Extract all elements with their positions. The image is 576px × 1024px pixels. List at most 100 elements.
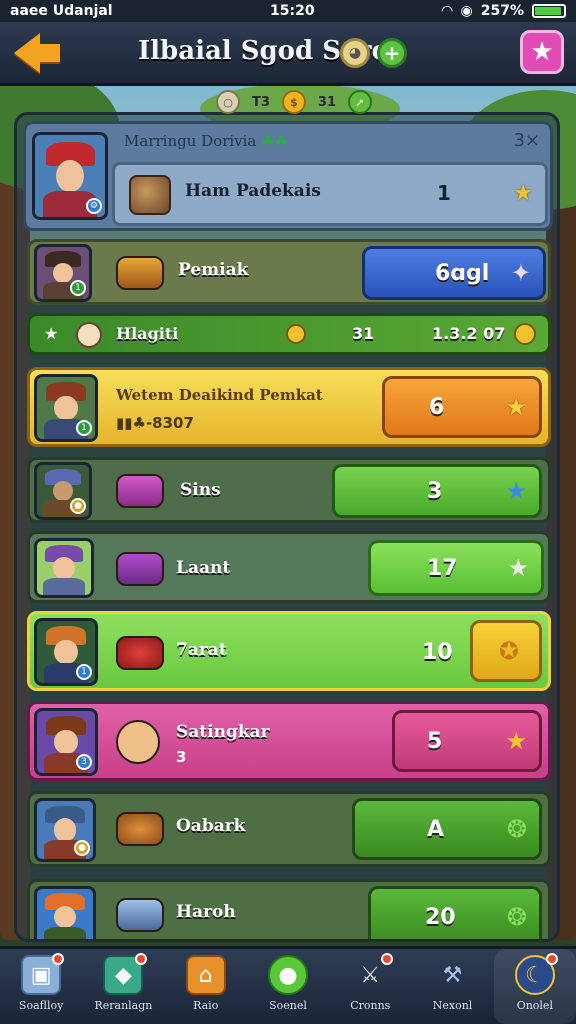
notification-dot — [545, 953, 558, 965]
star-icon: ★ — [505, 727, 527, 755]
hero-portrait — [34, 538, 94, 598]
leaf-icon: ❂ — [506, 903, 527, 931]
level-badge: ⚙ — [86, 198, 102, 214]
currency-label-2: 31 — [317, 94, 337, 110]
potion-icon — [116, 474, 164, 508]
back-arrow-icon — [14, 33, 40, 73]
row-name: Wetem Deaikind Pemkat — [116, 386, 323, 404]
currency-bar: ○ T3 $ 31 ➚ — [216, 90, 373, 114]
row-name: Oabark — [176, 816, 246, 836]
notification-dot — [52, 953, 65, 965]
sparkle-icon: ✦ — [510, 259, 531, 287]
favorites-star-button[interactable]: ★ — [520, 30, 564, 74]
hero-portrait: ⚙ — [32, 132, 108, 220]
featured-item[interactable]: Ham Padekais 1 ★ — [112, 162, 548, 226]
nav-item-crafting[interactable]: ⚒ Nexonl — [411, 949, 493, 1024]
nav-item-scene[interactable]: ● Soenel — [247, 949, 329, 1024]
hero-portrait: ● — [34, 798, 96, 862]
top-header: Ilbaial Sgod Sare ◕ + ★ — [0, 22, 576, 86]
add-currency-button[interactable]: + — [377, 38, 407, 68]
leaf-icon: ❂ — [506, 815, 527, 843]
list-item[interactable]: 3 Satingkar 3 5 ★ — [27, 701, 551, 781]
green-orb-icon: ● — [267, 955, 308, 995]
battery-icon — [532, 4, 566, 18]
row-value-secondary: 1.3.2 07 — [432, 324, 506, 343]
coin-gold-icon: $ — [281, 90, 306, 114]
list-item[interactable]: Laant 17 ★ — [27, 531, 551, 603]
list-item[interactable]: ● Oabark A ❂ — [27, 791, 551, 867]
row-value: 10 — [422, 640, 453, 665]
status-bar: aaee Udanjal 15:20 ◠ ◉ 257% — [0, 0, 576, 22]
back-button[interactable] — [10, 30, 64, 76]
hero-portrait: 1 — [34, 374, 98, 442]
star-icon: ★ — [507, 554, 529, 582]
elf-icon — [116, 720, 160, 764]
close-button[interactable]: 3× — [513, 130, 540, 151]
paper-plane-icon — [116, 898, 164, 932]
map-pin-icon: ✪ — [498, 637, 519, 665]
row-name: Laant — [176, 558, 231, 578]
wifi-icon: ◠ — [441, 3, 453, 19]
buy-button[interactable]: 20 ❂ — [368, 886, 542, 939]
bread-icon — [116, 256, 164, 290]
nav-item-recruit[interactable]: ◆ Reranlagn — [82, 949, 164, 1024]
shop-panel: ⚙ Marringu Dorivia ♣♣ 3× Ham Padekais 1 … — [14, 112, 560, 942]
star-outline-icon: ★ — [44, 324, 59, 343]
duck-coin-icon: ◕ — [340, 38, 370, 68]
row-name: Sins — [180, 480, 221, 500]
clock: 15:20 — [270, 3, 315, 19]
list-item[interactable]: ★ Hlagiti 31 1.3.2 07 — [27, 313, 551, 355]
buy-button[interactable]: 5 ★ — [392, 710, 542, 772]
hero-portrait: 1 — [34, 244, 92, 302]
cookies-icon — [116, 812, 164, 846]
buy-button[interactable]: 6 ★ — [382, 376, 542, 438]
bottom-navigation: ▣ Soaflloy ◆ Reranlagn ⌂ Raio ● Soenel ⚔… — [0, 946, 576, 1024]
notification-dot — [381, 953, 394, 965]
gem-bag-icon — [116, 552, 164, 586]
buy-button[interactable]: A ❂ — [352, 798, 542, 860]
list-item[interactable]: 1 7arat 10 ✪ — [27, 611, 551, 691]
currency-label-1: T3 — [252, 94, 270, 110]
row-value: 31 — [352, 324, 375, 343]
buy-button[interactable]: 17 ★ — [368, 540, 544, 596]
gem-icon[interactable]: ➚ — [348, 90, 373, 114]
barrel-icon — [129, 175, 171, 215]
notification-dot — [134, 953, 147, 965]
row-name: Hlagiti — [116, 324, 179, 343]
hero-portrait: 1 — [34, 618, 98, 686]
avatar-icon — [76, 322, 102, 348]
row-subtext: 3 — [176, 748, 187, 766]
row-name: 7arat — [176, 640, 227, 660]
row-name: Satingkar — [176, 722, 270, 742]
coin-gray-icon: ○ — [216, 90, 240, 114]
hero-portrait: ● — [34, 462, 92, 520]
buy-button[interactable]: 6ɑgl ✦ — [362, 246, 546, 300]
star-icon: ★ — [505, 393, 527, 421]
nav-item-events[interactable]: ☾ Onolel — [493, 949, 576, 1024]
buy-button[interactable]: 3 ★ — [332, 464, 542, 518]
row-name: Haroh — [176, 902, 236, 922]
nav-item-shop[interactable]: ▣ Soaflloy — [0, 949, 82, 1024]
star-icon: ★ — [513, 181, 533, 206]
star-icon: ★ — [505, 477, 527, 505]
location-icon: ◉ — [460, 3, 473, 19]
hero-portrait — [34, 886, 96, 939]
featured-card[interactable]: ⚙ Marringu Dorivia ♣♣ 3× Ham Padekais 1 … — [23, 121, 553, 231]
featured-label: Marringu Dorivia ♣♣ — [124, 132, 289, 150]
house-icon: ⌂ — [185, 955, 226, 995]
featured-item-qty: 1 — [437, 181, 451, 205]
battery-percent: 257% — [480, 3, 524, 19]
row-name: Pemiak — [178, 260, 249, 280]
hammer-icon: ⚒ — [442, 962, 463, 988]
coin-icon — [514, 323, 536, 345]
nav-item-battle[interactable]: ⚔ Cronns — [329, 949, 411, 1024]
list-item[interactable]: 1 Wetem Deaikind Pemkat ▮▮♣-8307 6 ★ — [27, 367, 551, 447]
list-item[interactable]: 1 Pemiak 6ɑgl ✦ — [27, 239, 551, 305]
hero-portrait: 3 — [34, 708, 98, 776]
list-item[interactable]: Haroh 20 ❂ — [27, 879, 551, 939]
row-subtext: ▮▮♣-8307 — [116, 414, 194, 432]
cart-icon — [116, 636, 164, 670]
nav-item-home[interactable]: ⌂ Raio — [165, 949, 247, 1024]
buy-button[interactable]: ✪ — [470, 620, 542, 682]
list-item[interactable]: ● Sins 3 ★ — [27, 457, 551, 523]
